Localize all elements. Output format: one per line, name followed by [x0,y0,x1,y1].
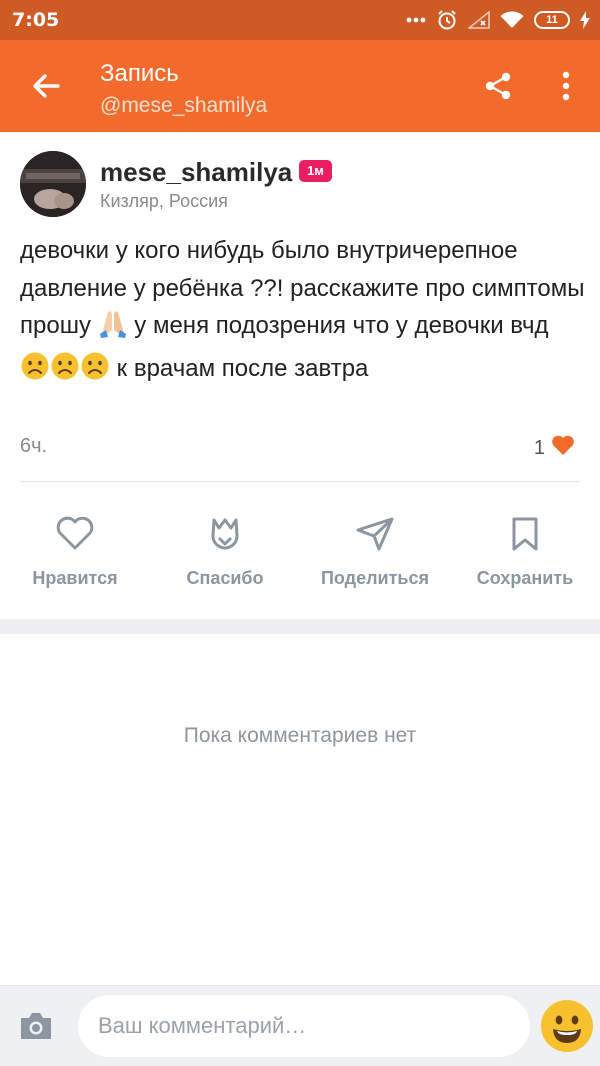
author-name[interactable]: mese_shamilya [100,157,292,188]
send-icon [356,517,394,551]
wifi-icon [500,11,524,29]
comment-input[interactable] [78,995,530,1057]
like-button[interactable]: Нравится [5,510,145,600]
author-location: Кизляр, Россия [100,191,228,211]
save-button[interactable]: Сохранить [455,510,595,600]
charging-icon [580,11,590,29]
alarm-icon [436,9,458,31]
comment-bar [0,985,600,1066]
praying-hands-emoji [98,310,128,350]
signal-icon [468,11,490,29]
avatar[interactable] [20,151,86,217]
save-label: Сохранить [476,568,574,588]
post-text-part: к врачам после завтра [110,354,369,382]
share-label: Поделиться [320,568,430,588]
smiley-icon[interactable] [540,999,594,1053]
status-icons: 11 [406,8,590,32]
no-comments-text: Пока комментариев нет [183,724,417,747]
thanks-tulip-icon [211,518,239,550]
post-time: 6ч. [20,435,48,457]
thanks-label: Спасибо [186,568,264,588]
sad-face-emoji [50,351,80,393]
camera-icon[interactable] [18,1010,54,1042]
like-label: Нравится [32,568,118,588]
likes-count: 1 [533,436,545,459]
page-subtitle: @mese_shamilya [100,94,268,117]
share-icon[interactable] [482,70,514,102]
post-text: девочки у кого нибудь было внутричерепно… [20,232,585,392]
app-bar: Запись @mese_shamilya [0,40,600,132]
age-badge: 1м [299,160,332,182]
post-text-part: у меня подозрения что у девочки вчд [127,312,549,339]
dots-icon [406,16,426,24]
heart-icon [56,516,94,550]
section-separator [0,619,600,634]
status-bar: 7:05 11 [0,0,600,40]
back-arrow-icon[interactable] [28,68,64,104]
share-button[interactable]: Поделиться [305,510,445,600]
more-vert-icon[interactable] [552,70,580,102]
battery-icon: 11 [534,11,570,29]
sad-face-emoji [20,351,50,393]
heart-filled-icon [551,434,575,462]
page-title: Запись [100,60,179,87]
divider [20,481,580,482]
thanks-button[interactable]: Спасибо [155,510,295,600]
status-time: 7:05 [12,9,60,31]
likes-counter[interactable]: 1 [534,434,575,462]
bookmark-icon [512,517,538,551]
sad-face-emoji [80,351,110,393]
